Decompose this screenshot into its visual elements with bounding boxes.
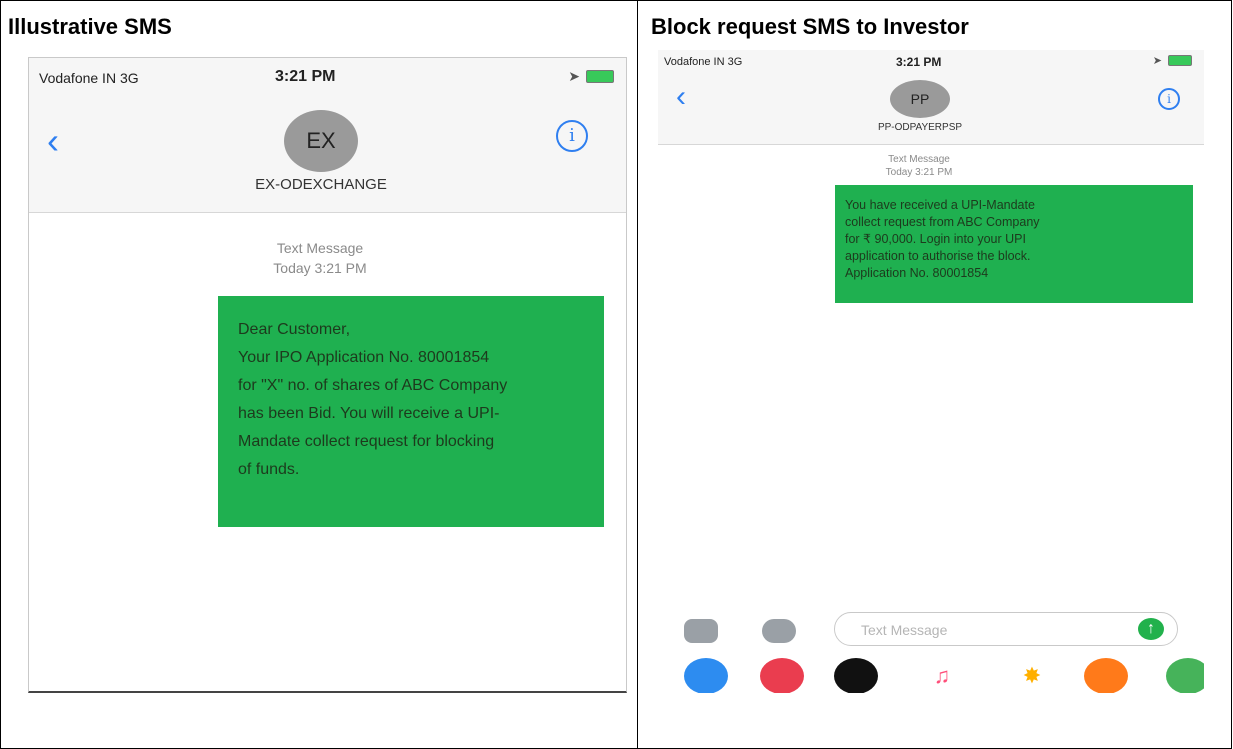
message-line: collect request from ABC Company	[845, 215, 1040, 229]
app-drawer: ♫ ✸	[658, 658, 1204, 693]
battery-icon	[586, 70, 614, 83]
send-arrow-icon[interactable]: ↑	[1138, 618, 1164, 640]
music-icon[interactable]: ♫	[920, 658, 964, 693]
table-left-border	[0, 0, 1, 749]
photos-icon[interactable]: ✸	[1010, 658, 1054, 693]
sender-name: EX-ODEXCHANGE	[255, 176, 387, 193]
left-cell-title: Illustrative SMS	[8, 14, 172, 39]
avatar: PP	[890, 80, 950, 118]
info-icon[interactable]: i	[556, 120, 588, 152]
location-icon: ➤	[568, 68, 580, 84]
message-line: for ₹ 90,000. Login into your UPI	[845, 232, 1026, 246]
maps-app-icon[interactable]	[1166, 658, 1204, 693]
info-icon[interactable]: i	[1158, 88, 1180, 110]
message-timestamp: Text Message Today 3:21 PM	[235, 238, 405, 278]
carrier-label: Vodafone IN 3G	[39, 70, 139, 86]
message-line: has been Bid. You will receive a UPI-	[238, 405, 500, 422]
message-input[interactable]: Text Message	[834, 612, 1178, 646]
back-chevron-icon[interactable]: ‹	[676, 80, 686, 114]
message-line: for "X" no. of shares of ABC Company	[238, 377, 508, 394]
message-line: Your IPO Application No. 80001854	[238, 349, 490, 366]
message-input-row: Text Message ↑	[658, 610, 1204, 650]
timestamp-time: Today 3:21 PM	[885, 167, 953, 178]
table-right-border	[1231, 0, 1232, 749]
status-bar: Vodafone IN 3G 3:21 PM ➤	[29, 58, 626, 96]
sender-name: PP-ODPAYERPSP	[877, 122, 963, 133]
status-time: 3:21 PM	[275, 68, 336, 85]
carrier-label: Vodafone IN 3G	[664, 56, 743, 68]
table-top-border	[0, 0, 1232, 1]
avatar: EX	[284, 110, 358, 172]
message-line: Application No. 80001854	[845, 266, 989, 280]
timestamp-type: Text Message	[276, 240, 364, 256]
location-icon: ➤	[1152, 55, 1162, 67]
message-line: You have received a UPI-Mandate	[845, 198, 1035, 212]
back-chevron-icon[interactable]: ‹	[47, 120, 59, 162]
heart-app-icon[interactable]	[834, 658, 878, 693]
message-bubble: Dear Customer, Your IPO Application No. …	[218, 296, 604, 527]
table-column-divider	[637, 0, 638, 749]
sticker-app-icon[interactable]	[1084, 658, 1128, 693]
camera-icon[interactable]	[684, 619, 718, 643]
message-bubble: You have received a UPI-Mandate collect …	[835, 185, 1193, 303]
message-line: Mandate collect request for blocking	[238, 433, 495, 450]
right-cell-title: Block request SMS to Investor	[651, 14, 969, 39]
app-store-app-icon[interactable]	[684, 658, 728, 693]
status-icons: ➤	[568, 68, 614, 85]
status-time: 3:21 PM	[896, 55, 942, 69]
timestamp-type: Text Message	[888, 154, 950, 165]
message-line: application to authorise the block.	[845, 249, 1031, 263]
battery-icon	[1168, 55, 1192, 66]
app-store-icon[interactable]	[762, 619, 796, 643]
timestamp-time: Today 3:21 PM	[273, 260, 367, 276]
message-line: of funds.	[238, 461, 300, 478]
message-line: Dear Customer,	[238, 321, 351, 338]
message-timestamp: Text Message Today 3:21 PM	[834, 153, 1004, 179]
digital-touch-app-icon[interactable]	[760, 658, 804, 693]
status-icons: ➤	[1153, 54, 1192, 67]
illustrative-sms-screen: Vodafone IN 3G 3:21 PM ➤ ‹ EX EX-ODEXCHA…	[28, 57, 627, 693]
block-request-sms-screen: Vodafone IN 3G 3:21 PM ➤ ‹ PP PP-ODPAYER…	[658, 50, 1204, 693]
